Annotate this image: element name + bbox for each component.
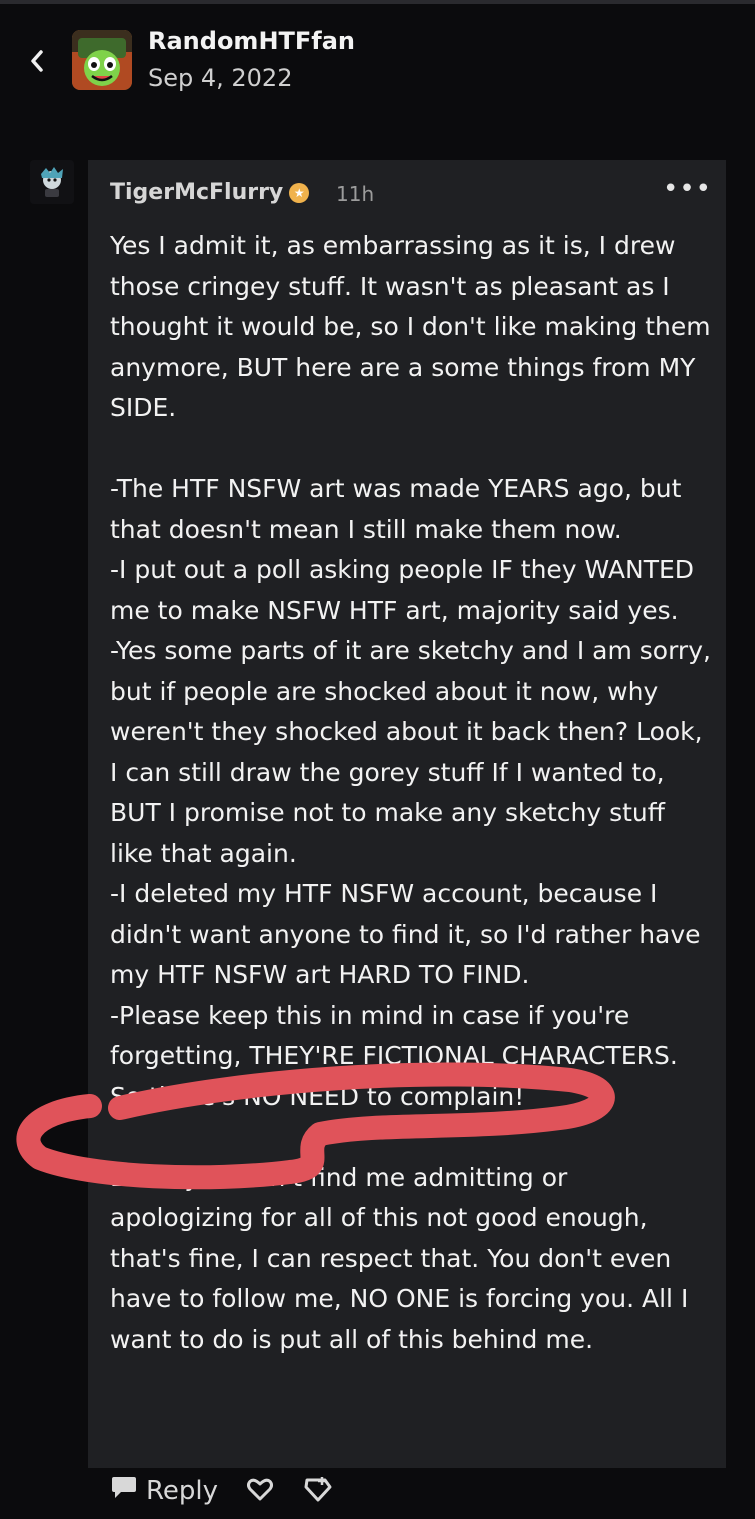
top-divider <box>0 0 755 4</box>
reply-button[interactable]: Reply <box>110 1474 218 1507</box>
comment-paragraph: -I deleted my HTF NSFW account, because … <box>110 879 701 989</box>
author-username[interactable]: RandomHTFfan <box>148 27 355 55</box>
comment-body: Yes I admit it, as embarrassing as it is… <box>110 226 714 1360</box>
commenter-username[interactable]: TigerMcFlurry <box>110 180 283 205</box>
commenter-avatar[interactable] <box>30 160 74 204</box>
comment-paragraph: Yes I admit it, as embarrassing as it is… <box>110 231 711 422</box>
reply-icon <box>110 1474 138 1507</box>
post-date: Sep 4, 2022 <box>148 64 293 92</box>
author-avatar[interactable] <box>72 30 132 90</box>
comment-paragraph: -Yes some parts of it are sketchy and I … <box>110 636 711 868</box>
back-chevron-icon[interactable] <box>22 44 52 78</box>
comment-card: TigerMcFlurry ★ 11h ••• Yes I admit it, … <box>88 160 726 1468</box>
reply-label: Reply <box>146 1475 219 1506</box>
comment-paragraph: -I put out a poll asking people IF they … <box>110 555 695 625</box>
tip-props-icon[interactable] <box>302 1475 334 1507</box>
more-options-icon[interactable]: ••• <box>663 174 712 204</box>
comment-actions: Reply <box>110 1474 334 1507</box>
commenter-username-row[interactable]: TigerMcFlurry ★ <box>110 180 310 205</box>
comment-paragraph: -The HTF NSFW art was made YEARS ago, bu… <box>110 474 682 544</box>
gold-badge-icon: ★ <box>289 182 310 203</box>
comment-timestamp: 11h <box>336 182 375 206</box>
heart-icon[interactable] <box>246 1476 274 1506</box>
comment-paragraph: But if you don't find me admitting or ap… <box>110 1162 689 1354</box>
comment-paragraph: -Please keep this in mind in case if you… <box>110 1000 678 1111</box>
